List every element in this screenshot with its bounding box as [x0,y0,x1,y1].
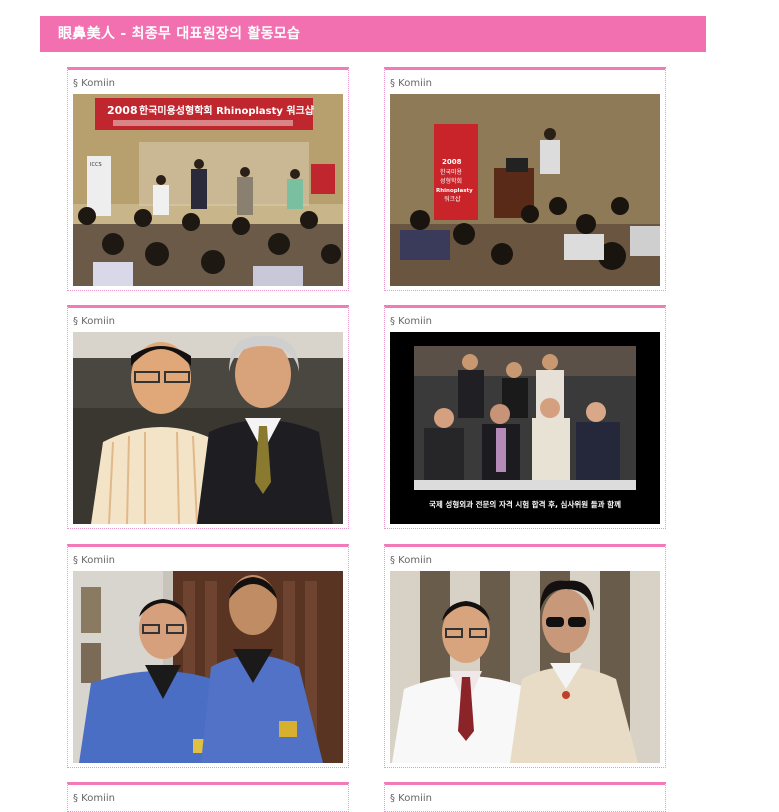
card-caption: § Komiin [73,555,115,566]
gallery-card: § Komiin [67,544,349,768]
banner-line: Rhinoplasty [436,188,473,194]
card-caption: § Komiin [390,793,432,804]
card-caption: § Komiin [73,316,115,327]
banner-text: 한국미용성형학회 Rhinoplasty 워크샵 [139,104,315,117]
card-caption: § Komiin [73,793,115,804]
page-title: 眼鼻美人 - 최종무 대표원장의 활동모습 [40,16,706,52]
gallery-card: § Komiin 국제 성형외과 전문의 자격 시험 합격 후, 심사위원 들과… [384,305,666,529]
gallery-card: § Komiin [384,544,666,768]
group-photo[interactable]: 국제 성형외과 전문의 자격 시험 합격 후, 심사위원 들과 함께 [390,332,660,524]
card-caption: § Komiin [390,316,432,327]
card-caption: § Komiin [390,555,432,566]
gallery-card: § Komiin 2008 한국미용 성형학회 Rhinoplasty 워크샵 [384,67,666,291]
stand-text: ICCS [90,162,102,168]
card-caption: § Komiin [390,78,432,89]
banner-line: 2008 [442,158,462,166]
workshop-award-photo[interactable]: 2008 한국미용성형학회 Rhinoplasty 워크샵 ICCS [73,94,343,286]
banner-line: 한국미용 [440,168,463,176]
gallery-card: § Komiin [67,782,349,812]
banner-line: 워크샵 [444,195,461,203]
banner-line: 성형학회 [440,177,462,185]
card-caption: § Komiin [73,78,115,89]
scrubs-photo[interactable] [73,571,343,763]
banner-year: 2008 [107,104,138,117]
lecture-hall-photo[interactable]: 2008 한국미용 성형학회 Rhinoplasty 워크샵 [390,94,660,286]
gallery-card: § Komiin 2008 한국미용성형학회 Rhinoplasty 워크샵 I… [67,67,349,291]
gallery-card: § Komiin [67,305,349,529]
two-men-portrait-photo[interactable] [73,332,343,524]
white-coat-photo[interactable] [390,571,660,763]
photo-caption: 국제 성형외과 전문의 자격 시험 합격 후, 심사위원 들과 함께 [429,499,621,509]
gallery-card: § Komiin [384,782,666,812]
